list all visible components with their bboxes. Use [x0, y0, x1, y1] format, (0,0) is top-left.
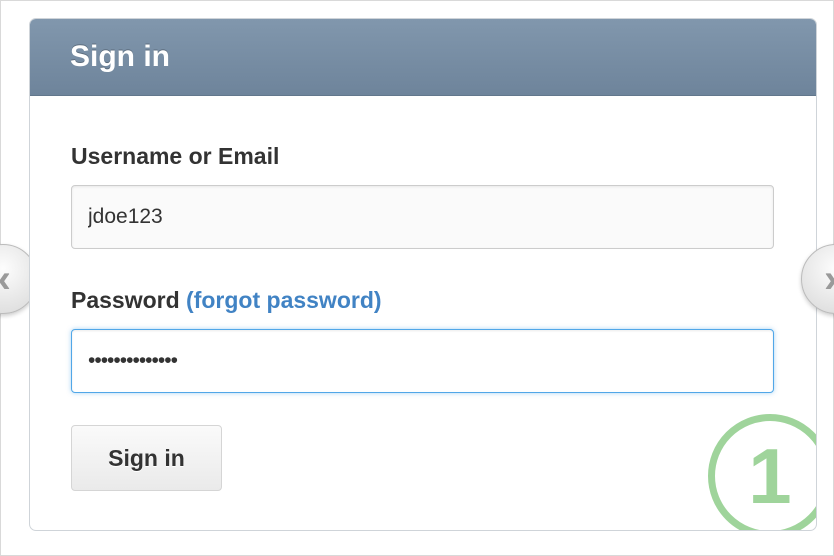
username-label: Username or Email: [71, 143, 279, 170]
password-label: Password (forgot password): [71, 287, 382, 314]
username-input[interactable]: [71, 185, 774, 249]
username-label-text: Username or Email: [71, 143, 280, 169]
step-number-badge: 1: [708, 414, 816, 530]
chevron-right-icon: ›: [824, 257, 834, 302]
password-input[interactable]: [71, 329, 774, 393]
sign-in-button[interactable]: Sign in: [71, 425, 222, 491]
step-number: 1: [748, 431, 792, 520]
screenshot-frame: ‹ Sign in Username or Email Password (fo…: [0, 0, 834, 556]
panel-header: Sign in: [30, 19, 816, 96]
sign-in-panel: Sign in Username or Email Password (forg…: [29, 18, 817, 531]
password-label-text: Password: [71, 287, 180, 313]
chevron-left-icon: ‹: [0, 257, 11, 302]
panel-title: Sign in: [70, 40, 170, 73]
forgot-password-link[interactable]: (forgot password): [186, 287, 382, 313]
